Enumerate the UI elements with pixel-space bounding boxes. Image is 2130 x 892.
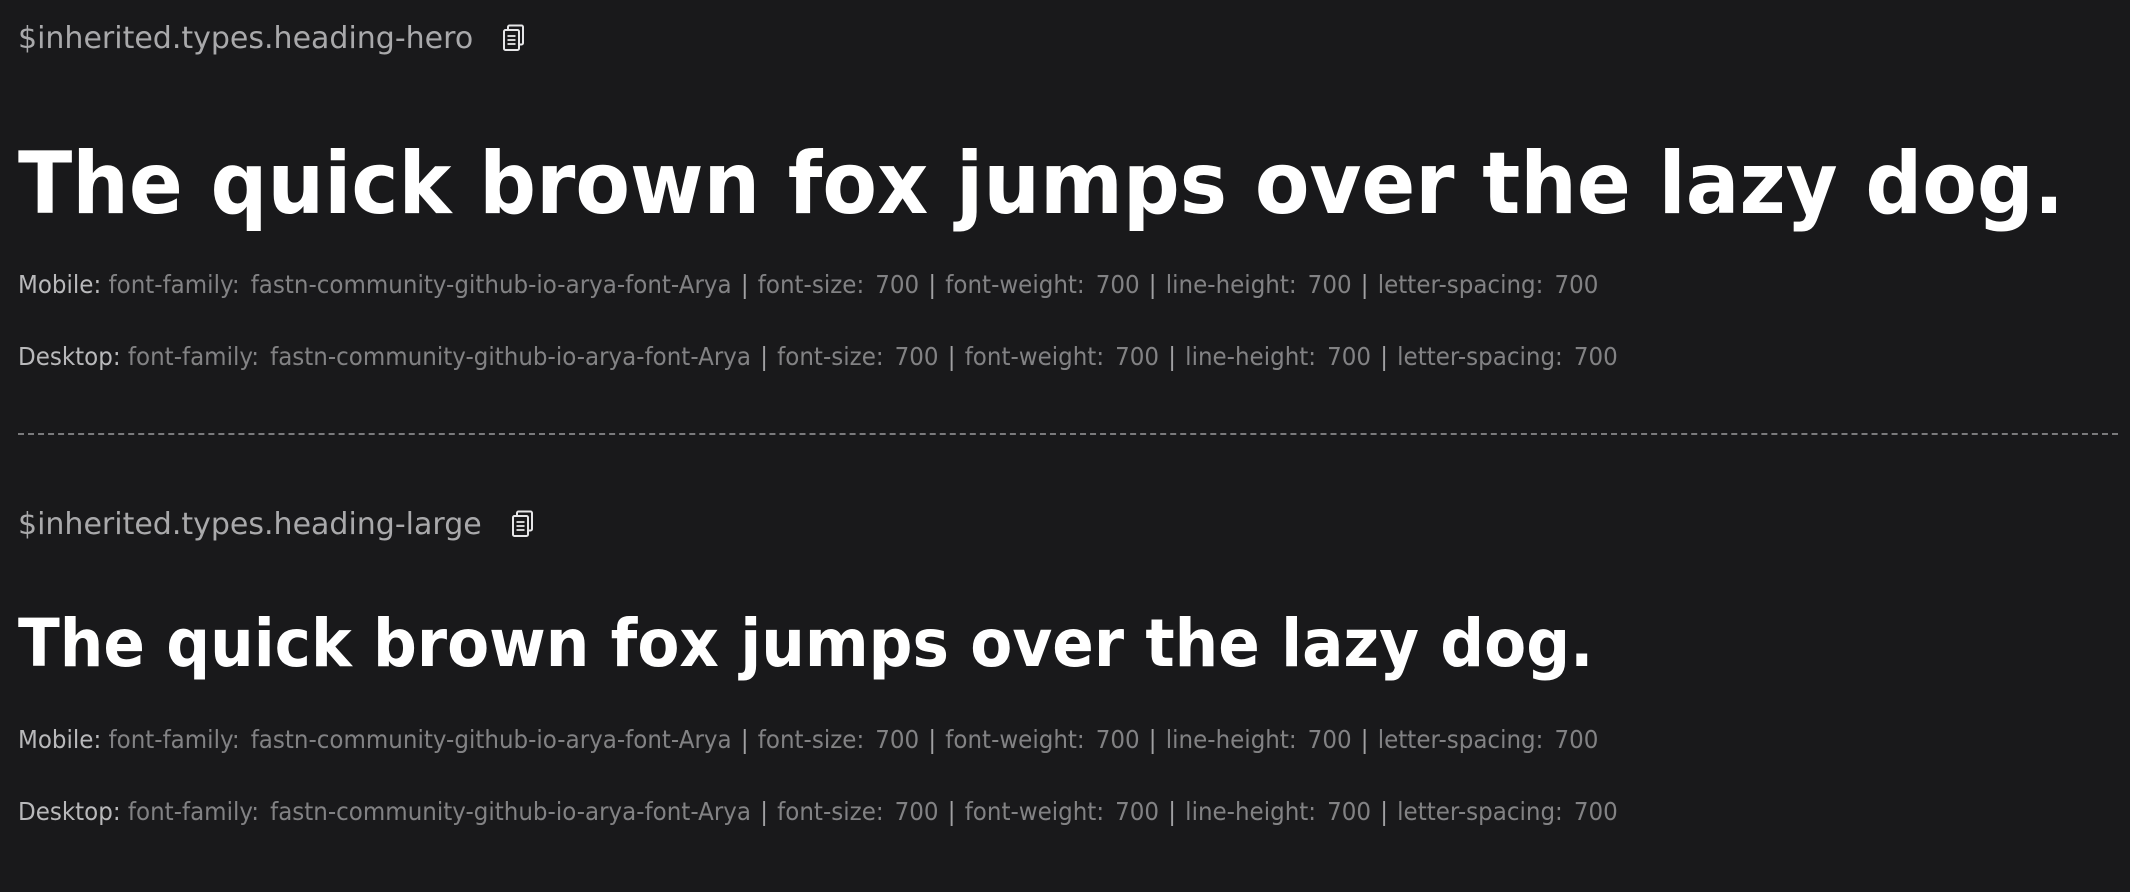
type-name: $inherited.types.heading-hero: [18, 20, 474, 56]
separator: |: [1380, 342, 1388, 371]
line-height-value: 700: [1307, 270, 1352, 299]
separator: |: [1380, 797, 1388, 826]
line-height-label: line-height:: [1185, 797, 1317, 826]
line-height-value: 700: [1327, 797, 1371, 826]
separator: |: [1148, 270, 1157, 299]
font-weight-value: 700: [1095, 725, 1140, 754]
mobile-label: Mobile:: [18, 725, 102, 754]
copy-icon[interactable]: [501, 23, 527, 53]
font-weight-value: 700: [1115, 797, 1160, 826]
line-height-label: line-height:: [1165, 725, 1297, 754]
font-weight-value: 700: [1095, 270, 1140, 299]
type-name-row: $inherited.types.heading-hero: [18, 16, 2118, 60]
type-name: $inherited.types.heading-large: [18, 506, 482, 542]
separator: |: [928, 725, 937, 754]
line-height-label: line-height:: [1185, 342, 1317, 371]
desktop-spec-line: Desktop: font-family: fastn-community-git…: [18, 339, 1950, 375]
separator: |: [1168, 797, 1176, 826]
separator: |: [947, 797, 956, 826]
font-family-label: font-family:: [108, 270, 240, 299]
mobile-spec-line: Mobile: font-family: fastn-community-gith…: [18, 267, 1950, 303]
separator: |: [1360, 725, 1369, 754]
font-family-label: font-family:: [127, 797, 260, 826]
separator: |: [1148, 725, 1157, 754]
sample-text: The quick brown fox jumps over the lazy …: [18, 134, 2065, 234]
separator: |: [1168, 342, 1176, 371]
letter-spacing-label: letter-spacing:: [1397, 797, 1563, 826]
letter-spacing-value: 700: [1573, 797, 1618, 826]
font-weight-label: font-weight:: [964, 797, 1105, 826]
font-size-value: 700: [875, 725, 920, 754]
font-family-value: fastn-community-github-io-arya-font-Arya: [250, 725, 732, 754]
letter-spacing-value: 700: [1554, 270, 1599, 299]
font-size-label: font-size:: [777, 797, 884, 826]
sample-text: The quick brown fox jumps over the lazy …: [18, 605, 1594, 682]
type-section-heading-hero: $inherited.types.heading-hero The quick …: [18, 16, 2118, 375]
separator: |: [1360, 270, 1369, 299]
type-name-row: $inherited.types.heading-large: [18, 502, 2118, 546]
desktop-label: Desktop:: [18, 797, 121, 826]
mobile-label: Mobile:: [18, 270, 102, 299]
line-height-value: 700: [1327, 342, 1371, 371]
font-weight-value: 700: [1115, 342, 1160, 371]
font-size-value: 700: [894, 342, 939, 371]
letter-spacing-label: letter-spacing:: [1377, 725, 1544, 754]
font-family-value: fastn-community-github-io-arya-font-Arya: [270, 797, 752, 826]
separator: |: [928, 270, 937, 299]
letter-spacing-label: letter-spacing:: [1377, 270, 1544, 299]
desktop-spec-line: Desktop: font-family: fastn-community-git…: [18, 794, 1950, 830]
font-family-label: font-family:: [108, 725, 240, 754]
section-divider: [18, 433, 2118, 435]
font-weight-label: font-weight:: [945, 270, 1085, 299]
separator: |: [760, 342, 768, 371]
font-family-label: font-family:: [127, 342, 260, 371]
font-size-label: font-size:: [777, 342, 884, 371]
letter-spacing-label: letter-spacing:: [1397, 342, 1563, 371]
copy-icon[interactable]: [510, 509, 536, 539]
letter-spacing-value: 700: [1554, 725, 1599, 754]
line-height-value: 700: [1307, 725, 1352, 754]
desktop-label: Desktop:: [18, 342, 121, 371]
separator: |: [760, 797, 768, 826]
font-size-value: 700: [894, 797, 939, 826]
separator: |: [740, 725, 749, 754]
font-family-value: fastn-community-github-io-arya-font-Arya: [270, 342, 752, 371]
font-weight-label: font-weight:: [945, 725, 1085, 754]
font-family-value: fastn-community-github-io-arya-font-Arya: [250, 270, 732, 299]
font-size-value: 700: [875, 270, 920, 299]
type-section-heading-large: $inherited.types.heading-large The quick…: [18, 502, 2118, 830]
font-weight-label: font-weight:: [964, 342, 1105, 371]
letter-spacing-value: 700: [1573, 342, 1618, 371]
mobile-spec-line: Mobile: font-family: fastn-community-gith…: [18, 722, 1950, 758]
font-size-label: font-size:: [757, 725, 865, 754]
line-height-label: line-height:: [1165, 270, 1297, 299]
font-size-label: font-size:: [757, 270, 865, 299]
separator: |: [947, 342, 956, 371]
separator: |: [740, 270, 749, 299]
